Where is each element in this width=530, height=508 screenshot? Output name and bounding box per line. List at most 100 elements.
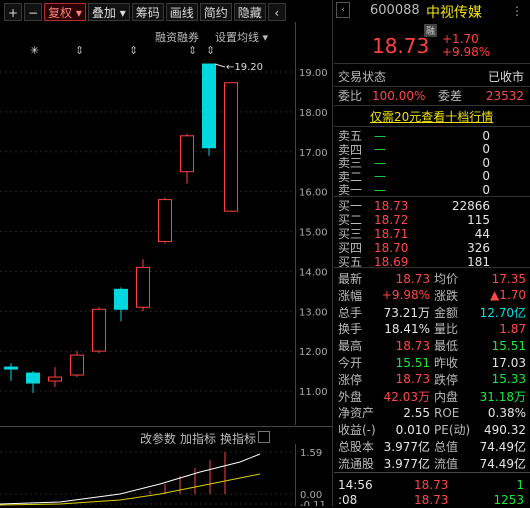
stat-value: 3.977亿 xyxy=(383,456,430,471)
indicator-tick-label: 1.59 xyxy=(300,448,322,459)
stat-row: 最高 18.73 最低 15.51 xyxy=(334,337,530,354)
close-indicator-button[interactable] xyxy=(258,431,270,443)
tick-time: 14:56 xyxy=(338,477,373,492)
divider xyxy=(334,472,530,473)
candle-body xyxy=(48,376,62,382)
stat-value: 74.49亿 xyxy=(479,440,526,454)
stat-row: 净资产 2.55 ROE 0.38% xyxy=(334,404,530,421)
stat-value: 74.49亿 xyxy=(479,456,526,471)
y-tick-label: 14.00 xyxy=(299,267,328,278)
tick-row[interactable]: :08 18.73 1253 xyxy=(334,491,530,508)
y-tick-label: 16.00 xyxy=(299,188,328,199)
tick-volume: 1253 xyxy=(493,492,524,507)
stat-value: 3.977亿 xyxy=(383,440,430,454)
back-button[interactable]: ‹ xyxy=(336,2,350,18)
stat-value: 18.73 xyxy=(395,271,430,286)
stat-label: 收益(-) xyxy=(338,423,376,438)
stat-row: 换手 18.41% 量比 1.87 xyxy=(334,320,530,337)
stat-label: 跌停 xyxy=(434,372,459,387)
menu-icon[interactable]: ⋮ xyxy=(511,4,523,18)
stat-label: 总股本 xyxy=(338,440,375,454)
panel-divider xyxy=(332,0,333,506)
last-price: 18.73 xyxy=(372,34,430,58)
stat-value: 12.70亿 xyxy=(479,305,526,320)
stat-value: 15.51 xyxy=(395,355,430,370)
weicha-label: 委差 xyxy=(438,89,463,103)
level2-promo-link[interactable]: 仅需20元查看十档行情 xyxy=(370,108,493,125)
weibi-value: 100.00% xyxy=(372,88,426,103)
stat-value: 490.32 xyxy=(484,422,526,437)
y-tick-label: 18.00 xyxy=(299,108,328,119)
stat-label: 外盘 xyxy=(338,389,363,404)
tick-price: 18.73 xyxy=(414,492,449,507)
stock-code: 600088 xyxy=(370,3,420,18)
trade-status-label: 交易状态 xyxy=(338,70,387,84)
candle-body xyxy=(224,82,238,212)
stat-value: 0.38% xyxy=(487,405,526,420)
tick-volume: 1 xyxy=(516,477,524,492)
tick-price: 18.73 xyxy=(414,477,449,492)
candle-body xyxy=(202,63,216,149)
order-volume: 0 xyxy=(482,182,490,197)
candle-body xyxy=(136,266,150,308)
weibi-label: 委比 xyxy=(338,89,363,103)
y-tick-label: 11.00 xyxy=(299,387,328,398)
trade-status-value: 已收市 xyxy=(487,70,524,84)
stat-label: PE(动) xyxy=(434,423,471,438)
stat-value: 18.73 xyxy=(395,372,430,387)
stat-value: 0.010 xyxy=(395,422,430,437)
max-price-label: ←19.20 xyxy=(226,62,263,73)
stat-label: ROE xyxy=(434,405,460,420)
stat-label: 换手 xyxy=(338,322,363,337)
margin-badge: 融 xyxy=(424,24,438,37)
stat-label: 流通股 xyxy=(338,456,375,471)
stat-label: 最低 xyxy=(434,339,459,354)
y-tick-label: 13.00 xyxy=(299,307,328,318)
stat-label: 涨幅 xyxy=(338,288,363,303)
stat-row: 总手 73.21万 金额 12.70亿 xyxy=(334,304,530,321)
order-price: — xyxy=(374,182,386,197)
stat-row: 收益(-) 0.010 PE(动) 490.32 xyxy=(334,421,530,438)
stat-label: 最新 xyxy=(338,272,363,286)
stat-value: 15.33 xyxy=(491,372,526,387)
stat-row: 流通股 3.977亿 流值 74.49亿 xyxy=(334,455,530,472)
divider xyxy=(334,63,530,64)
stat-row: 总股本 3.977亿 总值 74.49亿 xyxy=(334,438,530,455)
stat-label: 流值 xyxy=(434,456,459,471)
stat-label: 金额 xyxy=(434,305,459,320)
stat-label: 涨跌 xyxy=(434,288,459,303)
stat-value: ▲1.70 xyxy=(490,288,526,303)
stat-value: 17.35 xyxy=(491,271,526,286)
candle-body xyxy=(26,372,40,384)
y-tick-label: 12.00 xyxy=(299,347,328,358)
stat-label: 涨停 xyxy=(338,372,363,387)
stat-value: 42.03万 xyxy=(383,389,430,404)
stat-label: 净资产 xyxy=(338,406,375,421)
candle-body xyxy=(70,354,84,376)
candle-body xyxy=(114,288,128,310)
stat-row: 最新 18.73 均价 17.35 xyxy=(334,270,530,287)
stat-row: 今开 15.51 昨收 17.03 xyxy=(334,354,530,371)
stat-label: 总手 xyxy=(338,305,363,320)
stat-row: 涨幅 +9.98% 涨跌 ▲1.70 xyxy=(334,287,530,304)
indicator-chart[interactable]: 1.590.00-0.11 xyxy=(0,444,333,506)
candle-body xyxy=(92,308,106,352)
candle-body xyxy=(180,135,194,173)
stat-value: 2.55 xyxy=(403,405,430,420)
stat-value: 18.73 xyxy=(395,338,430,353)
stat-row: 外盘 42.03万 内盘 31.18万 xyxy=(334,388,530,405)
stat-value: +9.98% xyxy=(381,288,430,303)
y-tick-label: 15.00 xyxy=(299,228,328,239)
price-change: +1.70 xyxy=(442,32,479,46)
chart-panel[interactable]: + − 复权 ▾ 叠加 ▾ 筹码 画线 简约 隐藏 ‹ 融资融券 设置均线 ▾ … xyxy=(0,0,333,506)
price-change-pct: +9.98% xyxy=(442,45,491,59)
stat-label: 总值 xyxy=(434,440,459,454)
divider xyxy=(334,105,530,106)
y-tick-label: 17.00 xyxy=(299,148,328,159)
divider xyxy=(0,426,333,427)
stat-label: 内盘 xyxy=(434,389,459,404)
candlestick-chart[interactable]: 19.00 18.00 17.00 16.00 15.00 14.00 13.00 12.00… xyxy=(0,0,333,425)
quote-panel: ‹ 600088 中视传媒 ⋮ 18.73 融 +1.70 +9.98% 交易状… xyxy=(334,0,530,508)
candle-body xyxy=(158,199,172,242)
stat-label: 昨收 xyxy=(434,356,459,370)
